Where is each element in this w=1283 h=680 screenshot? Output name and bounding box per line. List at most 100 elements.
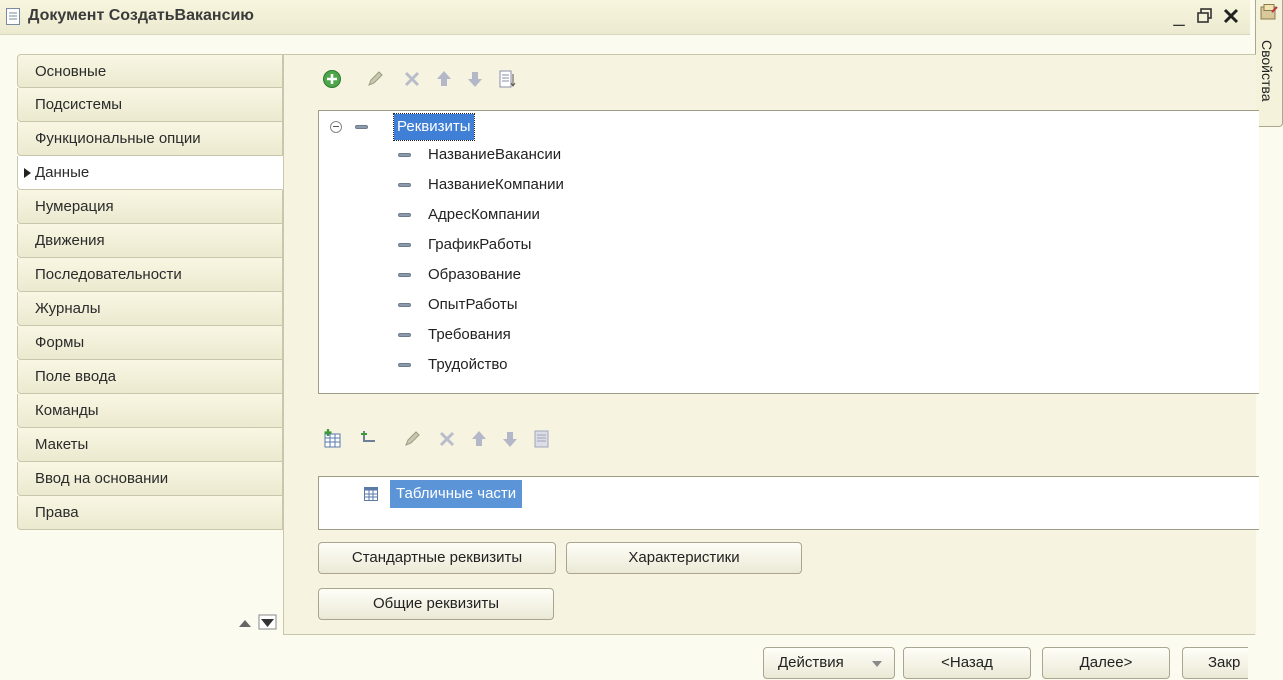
tab-item[interactable]: Нумерация [17, 190, 283, 224]
tab-item[interactable]: Журналы [17, 292, 283, 326]
tab-label: Функциональные опции [35, 130, 201, 147]
delete-icon[interactable] [402, 68, 422, 90]
tab-label: Последовательности [35, 266, 182, 283]
tab-label: Ввод на основании [35, 470, 169, 487]
add-column-icon[interactable] [358, 428, 378, 450]
attribute-label: ОпытРаботы [428, 296, 518, 313]
tab-label: Журналы [35, 300, 101, 317]
tab-label: Подсистемы [35, 96, 123, 113]
next-button[interactable]: Далее> [1042, 647, 1170, 679]
tab-label: Макеты [35, 436, 89, 453]
document-icon [6, 8, 20, 25]
properties-icon [1260, 4, 1278, 20]
sort-icon[interactable] [532, 428, 552, 450]
properties-label: Свойства [1259, 40, 1275, 102]
back-button[interactable]: <Назад [903, 647, 1031, 679]
edit-icon[interactable] [365, 68, 385, 90]
tabular-parts-label: Табличные части [390, 480, 523, 508]
close-dialog-button[interactable]: Закр [1182, 647, 1248, 679]
tabular-toolbar [322, 428, 592, 452]
edit-icon[interactable] [402, 428, 422, 450]
tab-item[interactable]: Движения [17, 224, 283, 258]
attribute-label: АдресКомпании [428, 206, 540, 223]
attribute-row[interactable]: Требования [319, 322, 719, 348]
tab-label: Данные [35, 164, 90, 181]
tab-scroll-arrows[interactable] [237, 614, 277, 630]
attribute-label: НазваниеВакансии [428, 146, 562, 163]
actions-label: Действия [778, 654, 844, 671]
characteristics-button[interactable]: Характеристики [566, 542, 802, 574]
standard-attributes-button[interactable]: Стандартные реквизиты [318, 542, 556, 574]
table-icon [364, 487, 378, 501]
attribute-label: Требования [428, 326, 511, 343]
tree-root-row[interactable]: Реквизиты [319, 113, 619, 141]
tab-label: Нумерация [35, 198, 114, 215]
tree-root-label: Реквизиты [393, 113, 475, 141]
restore-icon [1197, 8, 1212, 23]
common-attributes-button[interactable]: Общие реквизиты [318, 588, 554, 620]
tab-label: Поле ввода [35, 368, 116, 385]
close-button[interactable] [1220, 4, 1242, 28]
tab-item[interactable]: Данные [17, 156, 283, 190]
tab-item[interactable]: Основные [17, 54, 283, 88]
attribute-label: Трудойство [428, 356, 508, 373]
attribute-row[interactable]: Образование [319, 262, 719, 288]
tab-item[interactable]: Подсистемы [17, 88, 283, 122]
scroll-up-icon [239, 620, 251, 627]
tab-item[interactable]: Функциональные опции [17, 122, 283, 156]
attribute-icon [398, 303, 411, 307]
attribute-row[interactable]: НазваниеКомпании [319, 172, 719, 198]
add-icon[interactable] [322, 68, 342, 90]
attribute-group-icon [355, 125, 368, 129]
attribute-icon [398, 273, 411, 277]
move-up-icon[interactable] [469, 428, 489, 450]
attribute-row[interactable]: ОпытРаботы [319, 292, 719, 318]
sort-icon[interactable] [497, 68, 517, 90]
tab-item[interactable]: Права [17, 496, 283, 530]
title-bar: Документ СоздатьВакансию _ [0, 0, 1250, 35]
tab-item[interactable]: Поле ввода [17, 360, 283, 394]
attribute-icon [398, 183, 411, 187]
tab-item[interactable]: Ввод на основании [17, 462, 283, 496]
attribute-label: Образование [428, 266, 521, 283]
tab-label: Основные [35, 63, 107, 80]
delete-icon[interactable] [437, 428, 457, 450]
move-up-icon[interactable] [434, 68, 454, 90]
attribute-icon [398, 153, 411, 157]
actions-button[interactable]: Действия [763, 647, 895, 679]
tab-item[interactable]: Команды [17, 394, 283, 428]
collapse-icon[interactable] [330, 121, 342, 133]
attribute-row[interactable]: ГрафикРаботы [319, 232, 719, 258]
attribute-icon [398, 213, 411, 217]
tab-label: Команды [35, 402, 99, 419]
tab-label: Движения [35, 232, 105, 249]
tab-item[interactable]: Последовательности [17, 258, 283, 292]
attribute-icon [398, 243, 411, 247]
attribute-label: ГрафикРаботы [428, 236, 532, 253]
attributes-toolbar [322, 68, 582, 92]
tabular-parts-list[interactable]: Табличные части [318, 476, 1259, 530]
window-title: Документ СоздатьВакансию [28, 7, 254, 24]
minimize-button[interactable]: _ [1168, 4, 1190, 28]
tab-label: Права [35, 504, 79, 521]
attribute-icon [398, 333, 411, 337]
attributes-tree[interactable]: Реквизиты НазваниеВакансии НазваниеКомпан… [318, 110, 1259, 394]
properties-tab[interactable]: Свойства [1255, 0, 1283, 127]
panel-bottom-border [283, 634, 1255, 635]
tab-list: Основные Подсистемы Функциональные опции Да… [17, 54, 283, 530]
chevron-down-icon [872, 661, 882, 667]
attribute-label: НазваниеКомпании [428, 176, 564, 193]
move-down-icon[interactable] [465, 68, 485, 90]
move-down-icon[interactable] [500, 428, 520, 450]
attribute-row[interactable]: НазваниеВакансии [319, 142, 719, 168]
restore-button[interactable] [1194, 4, 1216, 28]
tab-item[interactable]: Макеты [17, 428, 283, 462]
add-table-icon[interactable] [322, 428, 342, 450]
attribute-row[interactable]: Трудойство [319, 352, 719, 378]
attribute-icon [398, 363, 411, 367]
tab-label: Формы [35, 334, 85, 351]
active-tab-marker-icon [24, 168, 31, 178]
attribute-row[interactable]: АдресКомпании [319, 202, 719, 228]
close-icon [1223, 8, 1239, 24]
tab-item[interactable]: Формы [17, 326, 283, 360]
